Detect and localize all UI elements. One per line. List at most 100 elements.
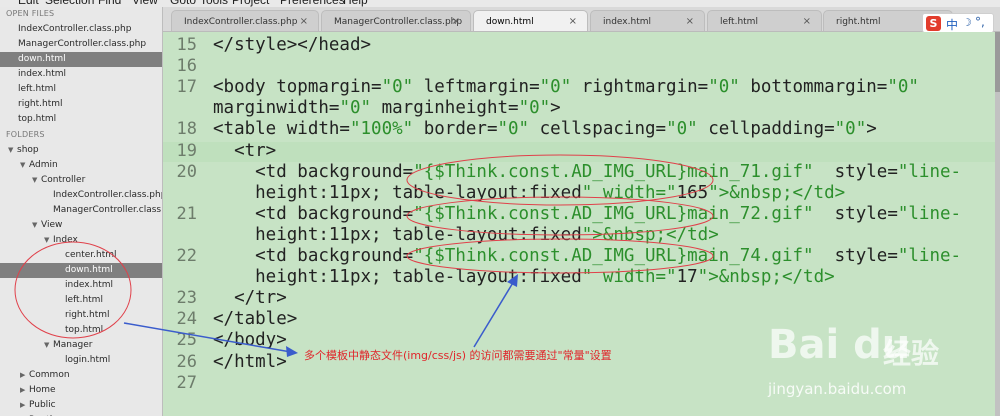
menu-item[interactable]: Selection bbox=[45, 0, 94, 7]
file-item[interactable]: index.html bbox=[0, 278, 162, 293]
open-file-label: top.html bbox=[18, 114, 57, 124]
open-file-item[interactable]: ManagerController.class.php bbox=[0, 37, 162, 52]
code-line[interactable]: height:11px; table-layout:fixed" width="… bbox=[213, 267, 835, 287]
folder-item[interactable]: ▼ View bbox=[0, 218, 162, 233]
tree-item-label: left.html bbox=[65, 295, 103, 305]
code-line[interactable]: <body topmargin="0" leftmargin="0" right… bbox=[213, 77, 919, 97]
tree-item-label: center.html bbox=[65, 250, 117, 260]
line-number: 20 bbox=[176, 161, 197, 182]
folder-item[interactable]: ▼ Controller bbox=[0, 173, 162, 188]
moon-icon[interactable]: ☽ bbox=[962, 16, 972, 29]
editor-tab[interactable]: down.html × bbox=[473, 10, 588, 31]
ime-language-toggle[interactable]: 中 bbox=[946, 16, 958, 33]
tree-item-label: Manager bbox=[53, 340, 93, 350]
string-literal: "100%" bbox=[349, 119, 414, 140]
file-item[interactable]: right.html bbox=[0, 308, 162, 323]
disclosure-right-icon[interactable]: ▶ bbox=[20, 386, 29, 394]
ime-toolbar[interactable]: S 中 ☽ °, bbox=[922, 13, 994, 33]
string-literal: "{$Think.const.AD_IMG_URL}main_74.gif" bbox=[413, 246, 814, 266]
file-item[interactable]: top.html bbox=[0, 323, 162, 338]
close-icon[interactable]: × bbox=[569, 16, 577, 27]
open-file-item[interactable]: IndexController.class.php bbox=[0, 22, 162, 37]
file-item[interactable]: left.html bbox=[0, 293, 162, 308]
string-literal: "{$Think.const.AD_IMG_URL}main_71.gif" bbox=[413, 161, 814, 182]
menu-item[interactable]: Preferences bbox=[280, 0, 345, 7]
sogou-logo-icon[interactable]: S bbox=[926, 16, 941, 31]
code-line[interactable]: marginwidth="0" marginheight="0"> bbox=[213, 98, 561, 118]
code-line[interactable]: <td background="{$Think.const.AD_IMG_URL… bbox=[213, 162, 961, 182]
close-icon[interactable]: × bbox=[803, 16, 811, 27]
open-file-item[interactable]: index.html bbox=[0, 67, 162, 82]
menu-item[interactable]: Tools bbox=[200, 0, 228, 7]
string-literal: "0" bbox=[887, 77, 919, 98]
code-line[interactable]: </style></head> bbox=[213, 35, 371, 55]
tree-item-label: login.html bbox=[65, 355, 111, 365]
tree-item-label: Home bbox=[29, 385, 56, 395]
tab-bar: IndexController.class.php × ManagerControl… bbox=[163, 7, 1000, 32]
string-literal: "line- bbox=[897, 203, 962, 224]
folder-item[interactable]: ▶ Common bbox=[0, 368, 162, 383]
punctuation-icon[interactable]: °, bbox=[975, 15, 985, 29]
open-file-item[interactable]: left.html bbox=[0, 82, 162, 97]
watermark-url: jingyan.baidu.com bbox=[768, 380, 907, 398]
disclosure-down-icon[interactable]: ▼ bbox=[8, 146, 17, 154]
tab-label: ManagerController.class.php bbox=[334, 17, 463, 27]
line-number: 22 bbox=[176, 246, 197, 266]
disclosure-down-icon[interactable]: ▼ bbox=[44, 236, 53, 244]
menu-item[interactable]: Edit bbox=[18, 0, 39, 7]
code-line[interactable]: </html> bbox=[213, 352, 287, 372]
folder-item[interactable]: ▼ shop bbox=[0, 143, 162, 158]
line-number: 24 bbox=[176, 309, 197, 330]
folder-item[interactable]: ▶ Public bbox=[0, 398, 162, 413]
menu-item[interactable]: View bbox=[132, 0, 158, 7]
disclosure-down-icon[interactable]: ▼ bbox=[32, 221, 41, 229]
menu-item[interactable]: Help bbox=[343, 0, 368, 7]
code-line[interactable]: <tr> bbox=[213, 141, 276, 161]
menu-item[interactable]: Find bbox=[98, 0, 121, 7]
tree-item-label: IndexController.class.php bbox=[53, 190, 163, 200]
editor-tab[interactable]: left.html × bbox=[707, 10, 822, 31]
disclosure-right-icon[interactable]: ▶ bbox=[20, 371, 29, 379]
open-file-item[interactable]: down.html bbox=[0, 52, 162, 67]
close-icon[interactable]: × bbox=[300, 16, 308, 27]
code-line[interactable]: height:11px; table-layout:fixed">&nbsp;<… bbox=[213, 225, 719, 245]
code-line[interactable]: height:11px; table-layout:fixed" width="… bbox=[213, 183, 845, 203]
line-gutter: 15 16 17 18 19 20 21 22 23 24 25 26 27 bbox=[163, 32, 207, 416]
editor-tab[interactable]: index.html × bbox=[590, 10, 705, 31]
file-item[interactable]: center.html bbox=[0, 248, 162, 263]
code-line[interactable]: <td background="{$Think.const.AD_IMG_URL… bbox=[213, 246, 961, 266]
menu-item[interactable]: Goto bbox=[170, 0, 196, 7]
file-item[interactable]: ManagerController.class.php bbox=[0, 203, 162, 218]
file-item[interactable]: IndexController.class.php bbox=[0, 188, 163, 203]
open-files-header: OPEN FILES bbox=[6, 9, 55, 18]
editor-tab[interactable]: ManagerController.class.php × bbox=[321, 10, 471, 31]
line-number: 15 bbox=[176, 35, 197, 55]
close-icon[interactable]: × bbox=[452, 16, 460, 27]
open-file-item[interactable]: top.html bbox=[0, 112, 162, 127]
open-file-item[interactable]: right.html bbox=[0, 97, 162, 112]
code-line[interactable]: </body> bbox=[213, 330, 287, 350]
disclosure-down-icon[interactable]: ▼ bbox=[44, 341, 53, 349]
folder-item[interactable]: ▶ Home bbox=[0, 383, 162, 398]
line-number: 19 bbox=[176, 140, 197, 161]
file-item[interactable]: login.html bbox=[0, 353, 162, 368]
open-file-label: index.html bbox=[18, 69, 66, 79]
code-line[interactable]: </tr> bbox=[213, 288, 287, 308]
editor-tab[interactable]: IndexController.class.php × bbox=[171, 10, 319, 31]
code-line[interactable]: <table width="100%" border="0" cellspaci… bbox=[213, 119, 877, 139]
disclosure-down-icon[interactable]: ▼ bbox=[20, 161, 29, 169]
string-literal: " width=" bbox=[581, 267, 677, 288]
scrollbar-thumb[interactable] bbox=[995, 32, 1000, 92]
disclosure-right-icon[interactable]: ▶ bbox=[20, 401, 29, 409]
code-line[interactable]: <td background="{$Think.const.AD_IMG_URL… bbox=[213, 204, 961, 224]
folder-item[interactable]: ▼ Admin bbox=[0, 158, 162, 173]
folder-item[interactable]: ▼ Manager bbox=[0, 338, 162, 353]
disclosure-down-icon[interactable]: ▼ bbox=[32, 176, 41, 184]
line-number: 23 bbox=[176, 288, 197, 309]
folder-item[interactable]: ▼ Index bbox=[0, 233, 162, 248]
menu-item[interactable]: Project bbox=[232, 0, 269, 7]
close-icon[interactable]: × bbox=[686, 16, 694, 27]
file-item[interactable]: down.html bbox=[0, 263, 162, 278]
code-line[interactable]: </table> bbox=[213, 309, 297, 329]
string-literal: "0" bbox=[497, 119, 530, 140]
